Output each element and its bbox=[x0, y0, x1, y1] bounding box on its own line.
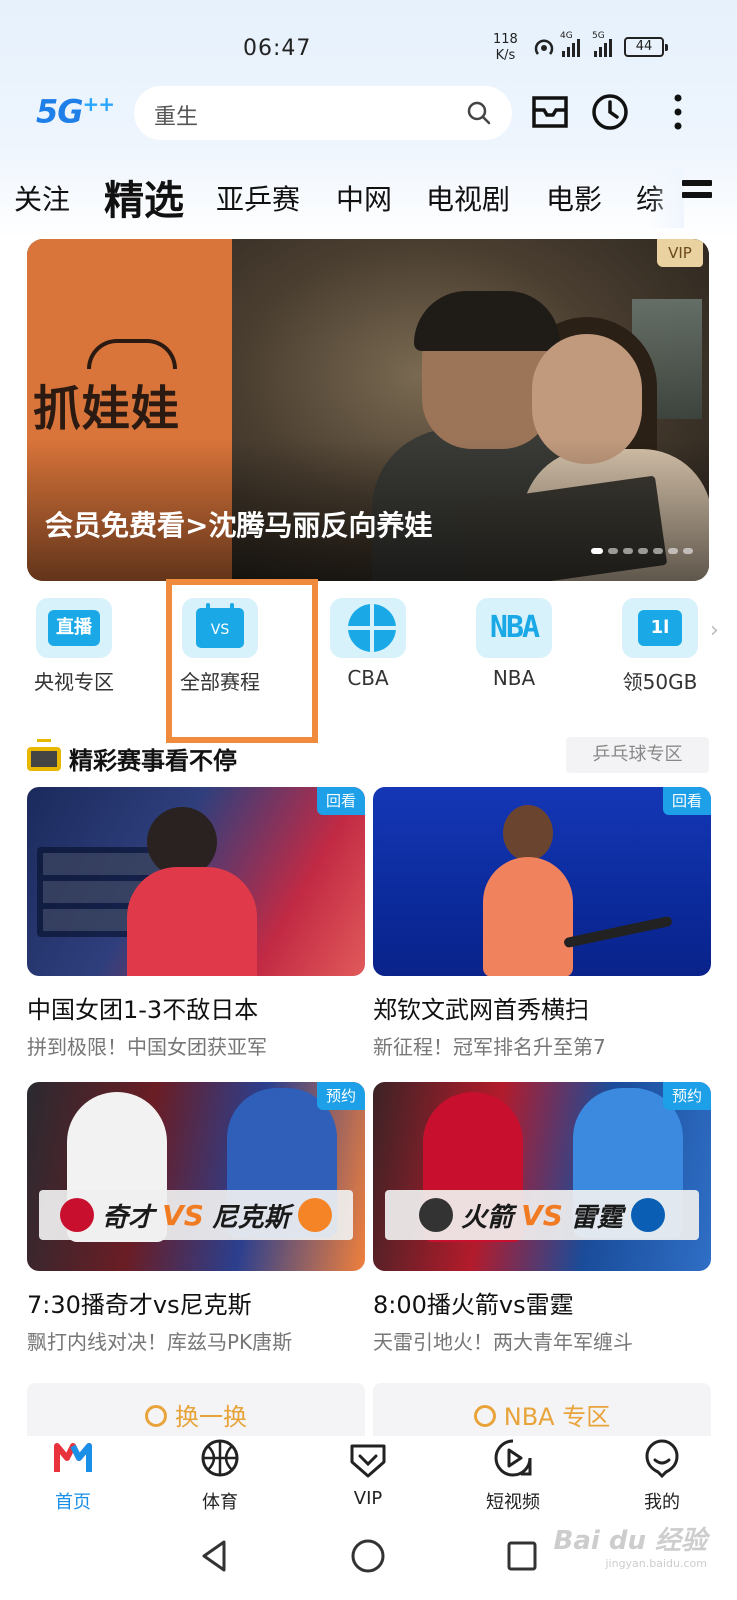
tab-china-open[interactable]: 中网 bbox=[336, 178, 392, 218]
card-title: 郑钦文武网首秀横扫 bbox=[373, 996, 589, 1024]
tab-movies[interactable]: 电影 bbox=[546, 178, 602, 218]
team-badge-icon bbox=[419, 1198, 454, 1232]
card-tag: 预约 bbox=[663, 1082, 711, 1110]
back-icon[interactable] bbox=[196, 1536, 236, 1576]
category-tabs: 关注 精选 亚乒赛 中网 电视剧 电影 综 bbox=[14, 168, 734, 228]
chevron-right-icon[interactable]: › bbox=[710, 618, 719, 643]
nav-sports[interactable]: 体育 bbox=[170, 1436, 270, 1514]
tab-menu-icon[interactable] bbox=[682, 180, 712, 206]
card-subtitle: 新征程！冠军排名升至第7 bbox=[373, 1035, 606, 1059]
search-input[interactable]: 重生 bbox=[134, 86, 512, 140]
basketball-icon bbox=[330, 598, 406, 658]
nav-home[interactable]: 首页 bbox=[23, 1436, 123, 1514]
short-video-icon bbox=[494, 1439, 532, 1477]
nav-short-video[interactable]: 短视频 bbox=[463, 1436, 563, 1514]
carousel-indicator bbox=[591, 548, 693, 554]
team-badge-icon bbox=[630, 1198, 665, 1232]
card-thumbnail: 回看 bbox=[27, 787, 365, 976]
card-subtitle: 天雷引地火！两大青年军缠斗 bbox=[373, 1330, 633, 1354]
team-badge-icon bbox=[60, 1198, 95, 1232]
history-icon[interactable] bbox=[588, 90, 632, 134]
vip-badge: VIP bbox=[657, 239, 703, 267]
home-icon bbox=[54, 1443, 92, 1472]
nav-vip[interactable]: VIP bbox=[318, 1436, 418, 1509]
quick-entry-cba[interactable]: CBA bbox=[308, 598, 428, 690]
search-placeholder: 重生 bbox=[154, 105, 199, 130]
signal-4g-icon: 4G bbox=[560, 31, 580, 57]
watermark: Bai du 经验 jingyan.baidu.com bbox=[553, 1526, 708, 1570]
quick-entry-nba[interactable]: NBA NBA bbox=[454, 598, 574, 690]
card-title: 7:30播奇才vs尼克斯 bbox=[27, 1291, 252, 1319]
home-button-icon[interactable] bbox=[348, 1536, 388, 1576]
quick-entries: 直播 央视专区 VS 全部赛程 CBA NBA NBA 1l 领50GB › bbox=[0, 598, 737, 708]
card-tag: 回看 bbox=[317, 787, 365, 815]
status-bar: 06:47 118 K/s 4G 5G 44 bbox=[0, 0, 737, 88]
battery-icon: 44 bbox=[624, 37, 668, 57]
tab-follow[interactable]: 关注 bbox=[14, 178, 70, 218]
banner-caption: 会员免费看>沈腾马丽反向养娃 bbox=[45, 509, 433, 542]
network-speed: 118 K/s bbox=[493, 32, 518, 63]
video-card[interactable]: 回看 中国女团1-3不敌日本 拼到极限！中国女团获亚军 bbox=[27, 787, 365, 1060]
refresh-button[interactable]: 换一换 bbox=[27, 1383, 365, 1443]
nav-profile[interactable]: 我的 bbox=[612, 1436, 712, 1514]
profile-icon bbox=[645, 1439, 679, 1479]
tab-asian-tt[interactable]: 亚乒赛 bbox=[216, 178, 300, 218]
quick-entry-data-package[interactable]: 1l 领50GB bbox=[600, 598, 720, 695]
status-time: 06:47 bbox=[243, 36, 312, 61]
card-thumbnail: 回看 bbox=[373, 787, 711, 976]
section-title: 精彩赛事看不停 bbox=[69, 746, 237, 775]
card-tag: 预约 bbox=[317, 1082, 365, 1110]
video-card[interactable]: 回看 郑钦文武网首秀横扫 新征程！冠军排名升至第7 bbox=[373, 787, 711, 1060]
card-thumbnail: 奇才 VS 尼克斯 预约 bbox=[27, 1082, 365, 1271]
inbox-icon[interactable] bbox=[528, 90, 572, 134]
search-icon[interactable] bbox=[464, 98, 494, 128]
data-package-icon: 1l bbox=[622, 598, 698, 658]
hotspot-icon bbox=[534, 39, 554, 55]
tv-icon bbox=[27, 739, 61, 773]
refresh-icon bbox=[145, 1405, 167, 1427]
tab-fade bbox=[650, 168, 684, 228]
tab-tv-series[interactable]: 电视剧 bbox=[426, 178, 510, 218]
app-logo[interactable]: 5G++ bbox=[36, 92, 115, 131]
nba-icon: NBA bbox=[476, 598, 552, 658]
card-subtitle: 拼到极限！中国女团获亚军 bbox=[27, 1035, 267, 1059]
bottom-navigation: 首页 体育 VIP 短视频 我的 bbox=[0, 1436, 737, 1524]
movie-logo: 抓娃娃 bbox=[33, 381, 181, 437]
nba-zone-button[interactable]: NBA 专区 bbox=[373, 1383, 711, 1443]
more-menu-icon[interactable] bbox=[656, 90, 700, 134]
matchup-band: 火箭 VS 雷霆 bbox=[385, 1190, 699, 1240]
tab-featured[interactable]: 精选 bbox=[104, 168, 184, 226]
card-subtitle: 飘打内线对决！库兹马PK唐斯 bbox=[27, 1330, 293, 1354]
card-title: 中国女团1-3不敌日本 bbox=[27, 996, 259, 1024]
card-tag: 回看 bbox=[663, 787, 711, 815]
matchup-band: 奇才 VS 尼克斯 bbox=[39, 1190, 353, 1240]
status-icons: 4G 5G 44 bbox=[532, 31, 668, 58]
live-icon: 直播 bbox=[36, 598, 112, 658]
signal-5g-icon: 5G bbox=[592, 31, 612, 57]
recents-icon[interactable] bbox=[502, 1536, 542, 1576]
highlight-annotation bbox=[166, 579, 318, 743]
section-header: 精彩赛事看不停 bbox=[27, 738, 237, 778]
video-card[interactable]: 火箭 VS 雷霆 预约 8:00播火箭vs雷霆 天雷引地火！两大青年军缠斗 bbox=[373, 1082, 711, 1355]
chevron-circle-icon bbox=[473, 1405, 496, 1427]
card-thumbnail: 火箭 VS 雷霆 预约 bbox=[373, 1082, 711, 1271]
table-tennis-zone-link[interactable]: 乒乓球专区 bbox=[566, 737, 709, 773]
team-badge-icon bbox=[297, 1198, 332, 1232]
basketball-icon bbox=[201, 1439, 239, 1477]
hero-banner[interactable]: 抓娃娃 会员免费看>沈腾马丽反向养娃 VIP bbox=[27, 239, 709, 581]
vip-icon bbox=[350, 1444, 386, 1478]
video-card[interactable]: 奇才 VS 尼克斯 预约 7:30播奇才vs尼克斯 飘打内线对决！库兹马PK唐斯 bbox=[27, 1082, 365, 1355]
card-title: 8:00播火箭vs雷霆 bbox=[373, 1291, 574, 1319]
quick-entry-cctv[interactable]: 直播 央视专区 bbox=[14, 598, 134, 695]
